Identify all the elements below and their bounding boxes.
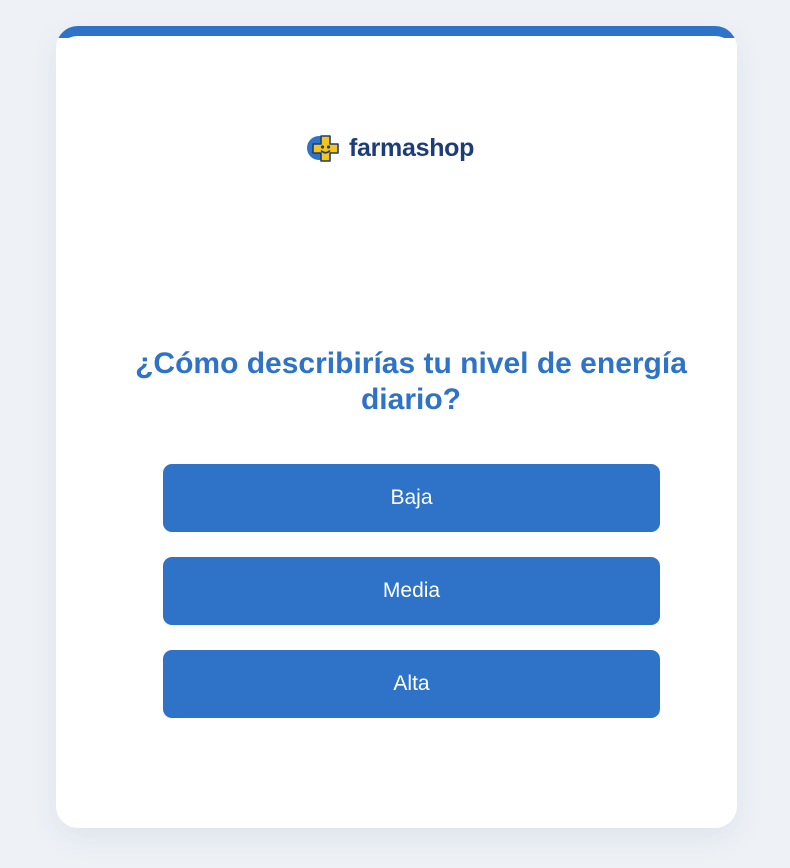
option-media-button[interactable]: Media: [163, 557, 660, 625]
quiz-question: ¿Cómo describirías tu nivel de energía d…: [135, 347, 687, 416]
option-alta-button[interactable]: Alta: [163, 650, 660, 718]
answer-options: Baja Media Alta: [163, 464, 660, 718]
farmashop-logo-icon: [307, 135, 339, 162]
option-baja-button[interactable]: Baja: [163, 464, 660, 532]
quiz-card: farmashop ¿Cómo describirías tu nivel de…: [56, 26, 737, 828]
brand-name: farmashop: [349, 133, 475, 162]
brand-logo: farmashop: [306, 130, 474, 166]
